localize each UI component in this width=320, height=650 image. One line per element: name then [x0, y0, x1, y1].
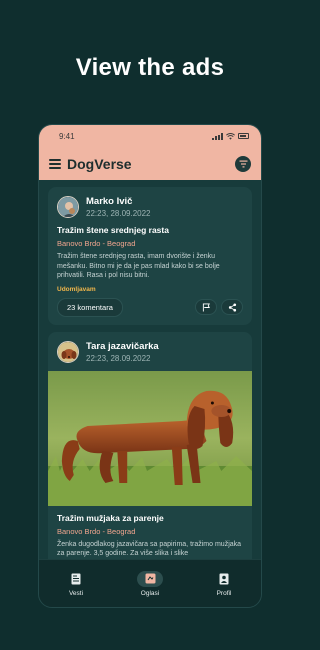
- report-button[interactable]: [195, 299, 217, 315]
- bottom-navigation: Vesti Oglasi Profil: [39, 559, 261, 607]
- ad-card[interactable]: Tara jazavičarka 22:23, 28.09.2022 Traži…: [48, 331, 252, 561]
- card-header: Tara jazavičarka 22:23, 28.09.2022: [48, 332, 252, 363]
- signal-icon: [212, 132, 223, 140]
- comments-button[interactable]: 23 komentara: [57, 297, 123, 317]
- post-title[interactable]: Tražim mužjaka za parenje: [57, 513, 243, 523]
- author-name[interactable]: Tara jazavičarka: [86, 341, 159, 352]
- ad-card[interactable]: Marko Ivič 22:23, 28.09.2022 Tražim šten…: [48, 187, 252, 325]
- post-title[interactable]: Tražim štene srednjeg rasta: [57, 225, 243, 235]
- app-bar: DogVerse: [39, 151, 261, 177]
- menu-icon[interactable]: [49, 159, 61, 169]
- battery-icon: [238, 133, 249, 139]
- nav-label: Oglasi: [140, 589, 160, 597]
- card-header: Marko Ivič 22:23, 28.09.2022: [48, 187, 252, 218]
- post-tag: Udomljavam: [57, 285, 96, 293]
- post-location: Banovo Brdo - Beograd: [57, 526, 136, 536]
- avatar[interactable]: [57, 196, 79, 218]
- status-time: 9:41: [59, 131, 75, 141]
- share-icon: [228, 302, 236, 312]
- post-description: Ženka dugodlakog jazavičara sa papirima,…: [57, 540, 242, 558]
- nav-label: Vesti: [68, 589, 84, 597]
- top-bar: 9:41 DogVerse: [39, 125, 261, 180]
- flag-icon: [202, 302, 210, 312]
- post-date: 22:23, 28.09.2022: [86, 353, 151, 363]
- ads-feed[interactable]: Marko Ivič 22:23, 28.09.2022 Tražim šten…: [39, 180, 261, 561]
- phone-frame: 9:41 DogVerse Marko Ivič 22:23, 28.09.20…: [38, 124, 262, 608]
- post-date: 22:23, 28.09.2022: [86, 209, 151, 218]
- status-bar: 9:41: [39, 125, 261, 147]
- share-button[interactable]: [221, 299, 243, 315]
- nav-item-profil[interactable]: Profil: [194, 571, 254, 597]
- wifi-icon: [226, 132, 235, 140]
- nav-item-oglasi[interactable]: Oglasi: [120, 570, 180, 597]
- filter-button[interactable]: [235, 156, 251, 172]
- post-location: Banovo Brdo - Beograd: [57, 239, 136, 248]
- nav-label: Profil: [216, 589, 232, 597]
- post-description: Tražim štene srednjeg rasta, imam dvoriš…: [57, 253, 220, 279]
- ads-icon: [145, 573, 155, 584]
- author-name[interactable]: Marko Ivič: [86, 196, 151, 207]
- nav-item-vesti[interactable]: Vesti: [46, 571, 106, 597]
- status-icons: [212, 132, 249, 140]
- filter-icon: [239, 160, 247, 168]
- avatar[interactable]: [57, 340, 79, 363]
- post-actions: 23 komentara: [57, 297, 243, 317]
- app-title: DogVerse: [67, 156, 132, 172]
- profile-icon: [219, 573, 229, 584]
- page-headline: View the ads: [75, 54, 225, 81]
- dog-photo[interactable]: [48, 370, 252, 506]
- news-icon: [71, 573, 81, 584]
